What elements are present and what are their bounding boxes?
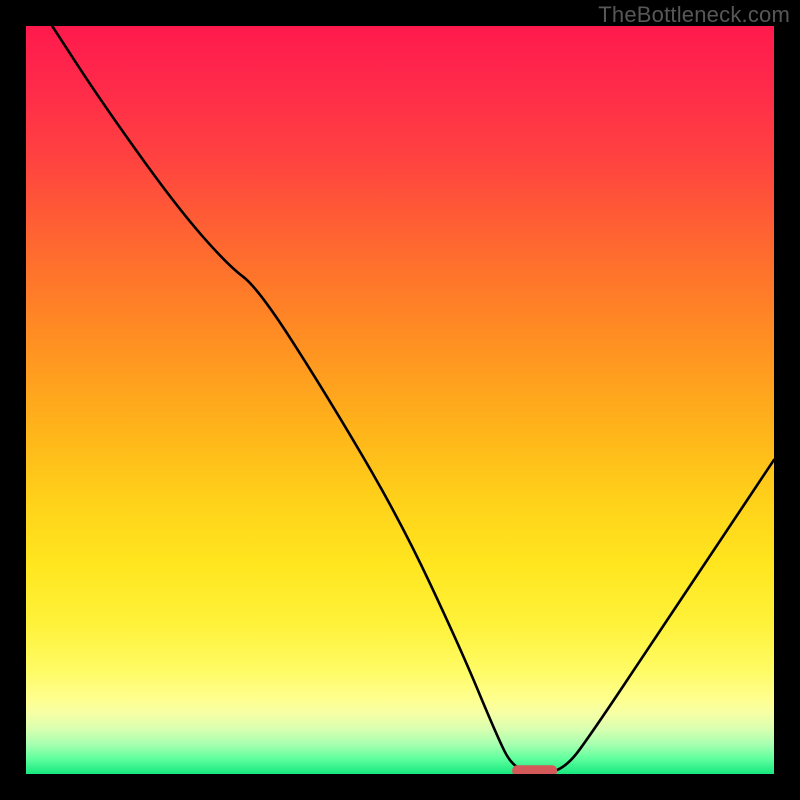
bottleneck-curve — [52, 26, 774, 773]
optimal-marker — [512, 765, 557, 774]
curve-layer — [26, 26, 774, 774]
chart-container: TheBottleneck.com — [0, 0, 800, 800]
watermark-text: TheBottleneck.com — [598, 2, 790, 28]
curve-group — [52, 26, 774, 774]
plot-area — [26, 26, 774, 774]
